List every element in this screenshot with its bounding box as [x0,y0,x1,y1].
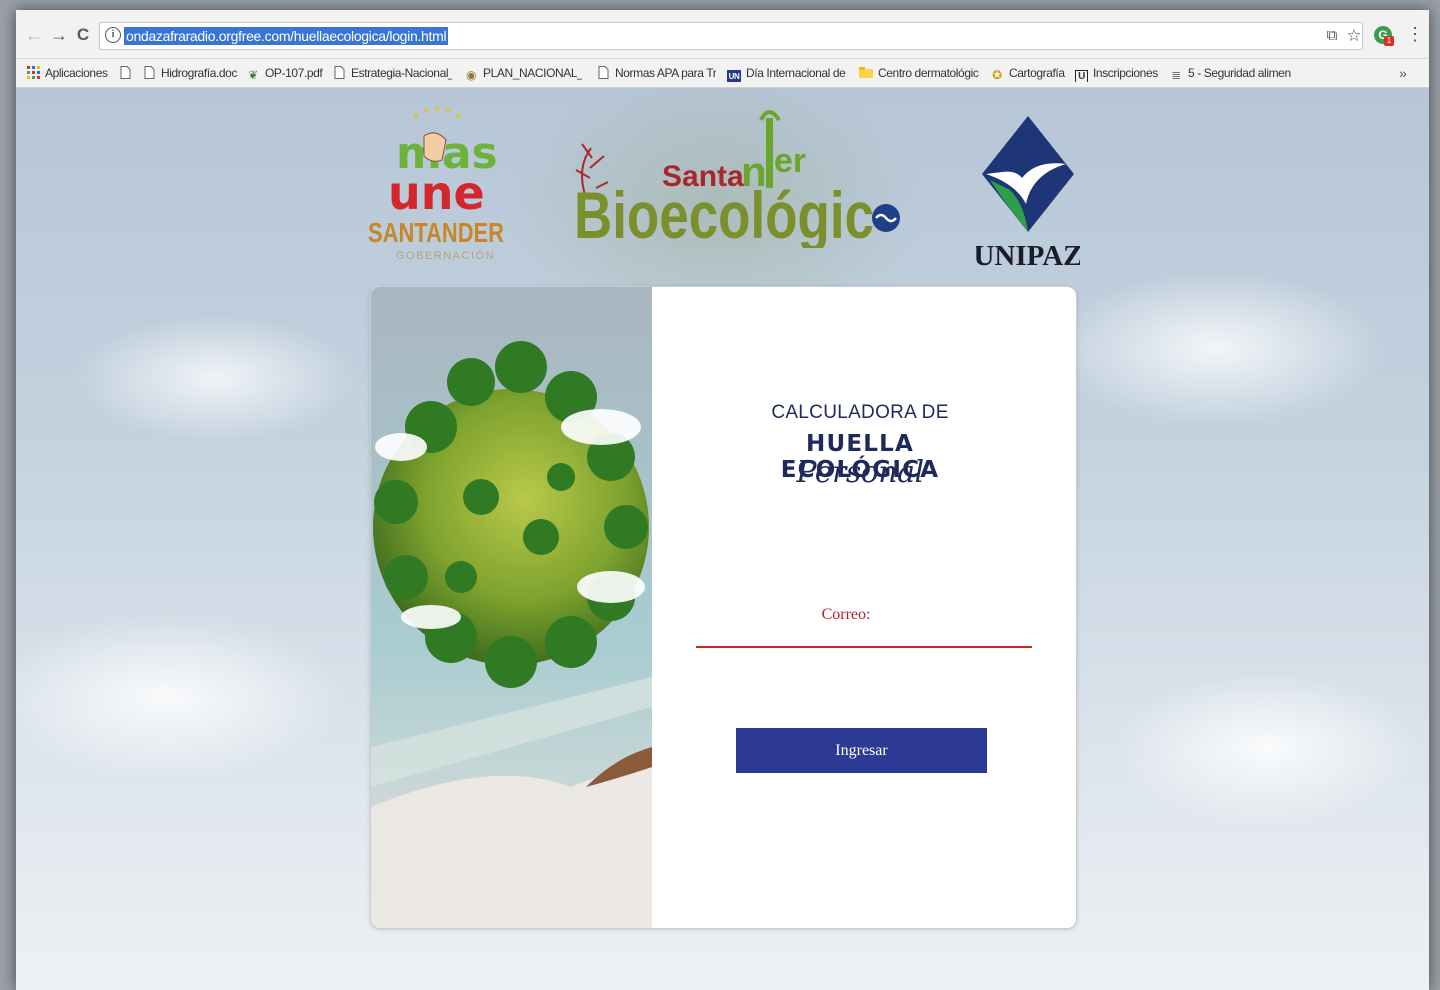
ingresar-button[interactable]: Ingresar [736,728,987,773]
bookmark-label: 5 - Seguridad alimen [1188,66,1291,80]
logo-santander-bioecologico: Santa n er Bioecológic [556,98,906,252]
svg-text:GOBERNACIÓN: GOBERNACIÓN [396,249,495,262]
email-label: Correo: [821,606,871,623]
bookmark-label: PLAN_NACIONAL_DE [483,66,582,80]
title-calculadora: CALCULADORA DE [771,402,949,423]
address-bar[interactable]: i ondazafraradio.orgfree.com/huellaecolo… [99,22,1363,50]
apps-grid-icon [26,66,40,80]
reload-icon[interactable]: C [73,25,93,45]
bookmark-star-icon[interactable]: ☆ [1345,27,1363,45]
title-personal: Personal [796,455,924,490]
earth-tree-illustration [371,287,652,928]
un-icon: UN [727,70,741,82]
bookmark-untitled[interactable] [118,64,136,82]
bookmark-aplicaciones[interactable]: Aplicaciones [26,64,121,82]
bookmark-label: Aplicaciones [45,66,108,80]
bookmark-label: Normas APA para Tra [615,66,716,80]
svg-text:UNIPAZ: UNIPAZ [976,240,1080,272]
page-background: mas une SANTANDER GOBERNACIÓN Santa n er… [16,88,1429,990]
bookmark-label: Estrategia-Nacional_( [351,66,452,80]
seal-icon: ◉ [465,68,477,82]
browser-window: ← → C i ondazafraradio.orgfree.com/huell… [16,10,1429,990]
page-icon [596,66,610,80]
folder-icon [859,67,873,81]
bookmark-label: Día Internacional de l [746,66,849,80]
bookmark-op107[interactable]: ❦ OP-107.pdf [246,64,326,82]
bookmark-cartografia[interactable]: ✪ Cartografía [990,64,1068,82]
bookmark-centro-dermatologico[interactable]: Centro dermatológic [859,64,979,82]
globe-icon: ✪ [992,68,1002,82]
svg-text:une: une [388,166,485,220]
bookmarks-bar: Aplicaciones Hidrografía.doc ❦ OP-107.pdf… [16,59,1429,88]
bookmark-seguridad-alimentaria[interactable]: ≣ 5 - Seguridad alimen [1169,64,1291,82]
page-icon [332,66,346,80]
page-icon [118,66,132,80]
back-arrow-icon[interactable]: ← [24,25,44,45]
login-card: CALCULADORA DE HUELLA ECOLÓGICA Personal… [370,286,1077,929]
bookmark-normas-apa[interactable]: Normas APA para Tra [596,64,716,82]
logo-une-santander: mas une SANTANDER GOBERNACIÓN [366,106,508,266]
logo-unipaz: UNIPAZ [973,106,1083,272]
bookmark-label: Hidrografía.doc [161,66,238,80]
extension-badge: 1 [1384,36,1394,46]
bookmark-label: Cartografía [1009,66,1065,80]
bookmark-label: Centro dermatológic [878,66,979,80]
email-field[interactable] [696,624,1032,648]
bookmark-plan-nacional[interactable]: ◉ PLAN_NACIONAL_DE [464,64,582,82]
page-icon [142,66,156,80]
url-text[interactable]: ondazafraradio.orgfree.com/huellaecologi… [124,27,449,45]
browser-menu-icon[interactable]: ⋮ [1406,24,1424,44]
bookmark-inscripciones[interactable]: U Inscripciones [1075,64,1167,82]
bookmark-dia-internacional[interactable]: UN Día Internacional de l [727,64,849,82]
doc-lines-icon: ≣ [1171,68,1181,82]
translate-icon[interactable]: ⧉ [1323,27,1341,45]
bookmark-estrategia[interactable]: Estrategia-Nacional_( [332,64,452,82]
u-icon: U [1075,70,1088,82]
browser-toolbar: ← → C i ondazafraradio.orgfree.com/huell… [16,10,1429,59]
bookmark-hidrografia[interactable]: Hidrografía.doc [142,64,240,82]
svg-text:SANTANDER: SANTANDER [368,217,504,248]
svg-text:Bioecológic: Bioecológic [574,178,874,248]
bookmark-label: Inscripciones [1093,66,1158,80]
leaf-icon: ❦ [248,68,258,82]
svg-text:er: er [774,142,806,180]
bookmark-label: OP-107.pdf [265,66,323,80]
forward-arrow-icon[interactable]: → [49,25,69,45]
site-info-icon[interactable]: i [105,27,121,43]
more-bookmarks-icon[interactable]: » [1399,64,1407,82]
